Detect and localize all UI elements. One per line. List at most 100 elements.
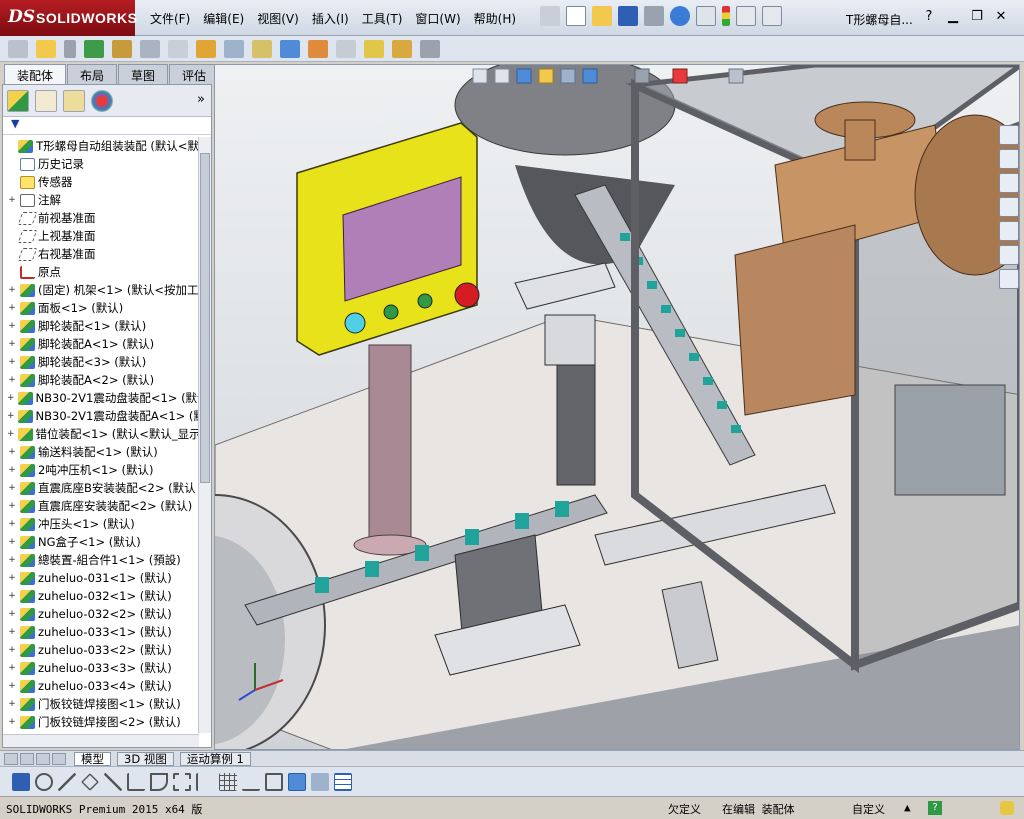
angle-icon[interactable]: [127, 772, 145, 791]
first-tab-arrow-icon[interactable]: [4, 752, 18, 765]
tree-item[interactable]: + 直震底座B安装装配<2> (默认: [3, 479, 199, 497]
expand-toggle-icon[interactable]: +: [7, 411, 15, 421]
tree-item[interactable]: 前视基准面: [3, 209, 199, 227]
expand-toggle-icon[interactable]: +: [7, 465, 17, 475]
tree-item[interactable]: + 门板铰链焊接图<2> (默认): [3, 713, 199, 731]
menu-window[interactable]: 窗口(W): [415, 10, 460, 27]
tree-item[interactable]: + zuheluo-032<2> (默认): [3, 605, 199, 623]
save-icon[interactable]: [618, 6, 638, 26]
expand-chevron-icon[interactable]: »: [197, 92, 205, 107]
expand-toggle-icon[interactable]: +: [7, 393, 15, 403]
insert-component-icon[interactable]: [8, 39, 28, 58]
table-icon[interactable]: [334, 772, 352, 791]
file-properties-icon[interactable]: [736, 6, 756, 26]
expand-toggle-icon[interactable]: +: [7, 699, 17, 709]
custom-properties-icon[interactable]: [999, 245, 1019, 265]
tree-vertical-scrollbar[interactable]: [198, 137, 211, 733]
circle-icon[interactable]: [35, 772, 53, 791]
tree-item[interactable]: + zuheluo-033<1> (默认): [3, 623, 199, 641]
expand-toggle-icon[interactable]: +: [7, 681, 17, 691]
tree-item[interactable]: + 脚轮装配<1> (默认): [3, 317, 199, 335]
prev-tab-arrow-icon[interactable]: [20, 752, 34, 765]
filter-icon[interactable]: ▼: [11, 117, 19, 130]
tab-model[interactable]: 模型: [74, 751, 111, 766]
home-icon[interactable]: [999, 125, 1019, 145]
tab-motion-study[interactable]: 运动算例 1: [179, 751, 251, 766]
tree-item[interactable]: + 脚轮装配<3> (默认): [3, 353, 199, 371]
feature-manager-icon[interactable]: [7, 89, 29, 112]
offset-icon[interactable]: [173, 772, 191, 791]
new-motion-study-icon[interactable]: [252, 39, 272, 58]
tab-evaluate[interactable]: 评估: [169, 64, 220, 84]
graphics-area[interactable]: [214, 64, 1020, 750]
expand-toggle-icon[interactable]: +: [7, 717, 17, 727]
expand-toggle-icon[interactable]: +: [7, 501, 17, 511]
tree-item[interactable]: + (固定) 机架<1> (默认<按加工: [3, 281, 199, 299]
tree-item[interactable]: + 直震底座安装装配<2> (默认): [3, 497, 199, 515]
restore-icon[interactable]: ❐: [966, 8, 988, 26]
bill-of-materials-icon[interactable]: [280, 39, 300, 58]
close-icon[interactable]: ✕: [990, 8, 1012, 26]
help-icon[interactable]: ?: [918, 8, 940, 26]
tree-item[interactable]: +2吨冲压机<1> (默认): [3, 461, 199, 479]
menu-tools[interactable]: 工具(T): [362, 10, 403, 27]
section-view-icon[interactable]: [311, 772, 329, 791]
configuration-manager-icon[interactable]: [63, 89, 85, 112]
expand-toggle-icon[interactable]: +: [7, 429, 15, 439]
expand-toggle-icon[interactable]: +: [7, 357, 17, 367]
notes-icon[interactable]: [1000, 801, 1014, 815]
tree-item[interactable]: + zuheluo-033<2> (默认): [3, 641, 199, 659]
expand-toggle-icon[interactable]: +: [7, 303, 17, 313]
expand-toggle-icon[interactable]: +: [7, 555, 17, 565]
file-explorer-icon[interactable]: [999, 173, 1019, 193]
menu-file[interactable]: 文件(F): [150, 10, 190, 27]
update-speedpak-icon[interactable]: [392, 39, 412, 58]
units-dropdown-icon[interactable]: ▲: [904, 801, 911, 814]
expand-toggle-icon[interactable]: +: [7, 645, 17, 655]
expand-toggle-icon[interactable]: +: [7, 195, 17, 205]
dimension-icon[interactable]: [242, 773, 260, 791]
solidworks-logo[interactable]: DS SOLIDWORKS: [0, 0, 137, 36]
new-icon[interactable]: [566, 6, 586, 26]
menu-insert[interactable]: 插入(I): [312, 10, 349, 27]
explode-line-sketch-icon[interactable]: [336, 39, 356, 58]
expand-toggle-icon[interactable]: +: [7, 537, 17, 547]
design-library-icon[interactable]: [999, 149, 1019, 169]
tree-item[interactable]: 原点: [3, 263, 199, 281]
assembly-features-icon[interactable]: [196, 39, 216, 58]
tree-item[interactable]: + 错位装配<1> (默认<默认_显示: [3, 425, 199, 443]
view-orientation-icon[interactable]: [265, 772, 283, 791]
options-dropdown-icon[interactable]: [762, 6, 782, 26]
scrollbar-thumb[interactable]: [200, 153, 210, 483]
tree-item[interactable]: 右视基准面: [3, 245, 199, 263]
tree-item[interactable]: + zuheluo-032<1> (默认): [3, 587, 199, 605]
tab-layout[interactable]: 布局: [67, 64, 118, 84]
mirror-icon[interactable]: [196, 772, 214, 791]
tree-item[interactable]: + 脚轮装配A<2> (默认): [3, 371, 199, 389]
expand-toggle-icon[interactable]: +: [7, 447, 17, 457]
property-manager-icon[interactable]: [35, 89, 57, 112]
tree-item[interactable]: + zuheluo-033<4> (默认): [3, 677, 199, 695]
tree-item[interactable]: + zuheluo-031<1> (默认): [3, 569, 199, 587]
menu-help[interactable]: 帮助(H): [474, 10, 516, 27]
help-icon[interactable]: ?: [928, 801, 942, 815]
print-icon[interactable]: [644, 6, 664, 26]
tab-3d-views[interactable]: 3D 视图: [117, 751, 174, 766]
tab-sketch[interactable]: 草图: [118, 64, 169, 84]
polygon-icon[interactable]: [81, 772, 99, 791]
tree-item[interactable]: 传感器: [3, 173, 199, 191]
appearances-icon[interactable]: [999, 221, 1019, 241]
show-hidden-icon[interactable]: [168, 39, 188, 58]
line-icon[interactable]: [58, 772, 76, 791]
expand-toggle-icon[interactable]: +: [7, 627, 17, 637]
reference-geometry-icon[interactable]: [224, 39, 244, 58]
tree-item[interactable]: + 门板铰链焊接图<1> (默认): [3, 695, 199, 713]
tree-item[interactable]: + NB30-2V1震动盘装配<1> (默认: [3, 389, 199, 407]
next-tab-arrow-icon[interactable]: [36, 752, 50, 765]
take-snapshot-icon[interactable]: [420, 39, 440, 58]
trim-icon[interactable]: [104, 772, 122, 791]
display-style-icon[interactable]: [288, 772, 306, 791]
mate-icon[interactable]: [64, 39, 76, 58]
tree-item[interactable]: + 總裝置-組合件1<1> (預設): [3, 551, 199, 569]
tree-item[interactable]: 历史记录: [3, 155, 199, 173]
